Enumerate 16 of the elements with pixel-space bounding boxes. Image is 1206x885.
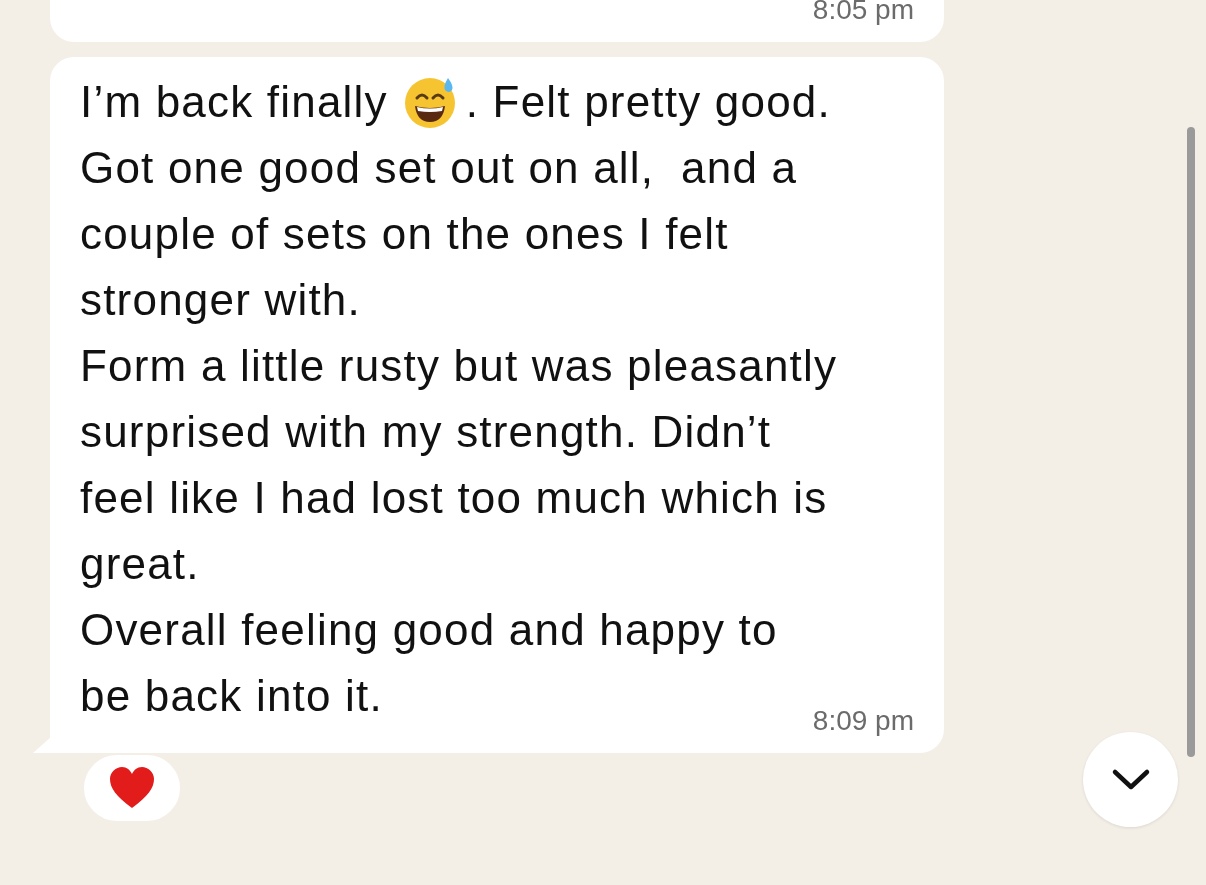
message-text: Form a little rusty but was pleasantly (80, 340, 838, 392)
message-text: Overall feeling good and happy to (80, 604, 778, 656)
message-text: I’m back finally (80, 76, 388, 128)
message-text: couple of sets on the ones I felt (80, 208, 729, 260)
message-text: be back into it. (80, 670, 383, 722)
message-text: surprised with my strength. Didn’t (80, 406, 772, 458)
message-text: stronger with. (80, 274, 361, 326)
message-text: feel like I had lost too much which is (80, 472, 828, 524)
message-text: Got one good set out on all, and a (80, 142, 798, 194)
message-text: . Felt pretty good. (465, 76, 831, 128)
scrollbar[interactable] (1187, 127, 1195, 757)
message-time: 8:05 pm (812, 0, 914, 24)
message-time: 8:09 pm (812, 707, 914, 735)
chevron-down-icon (1110, 767, 1151, 792)
heart-icon (108, 766, 156, 810)
message-text: great. (80, 538, 200, 590)
